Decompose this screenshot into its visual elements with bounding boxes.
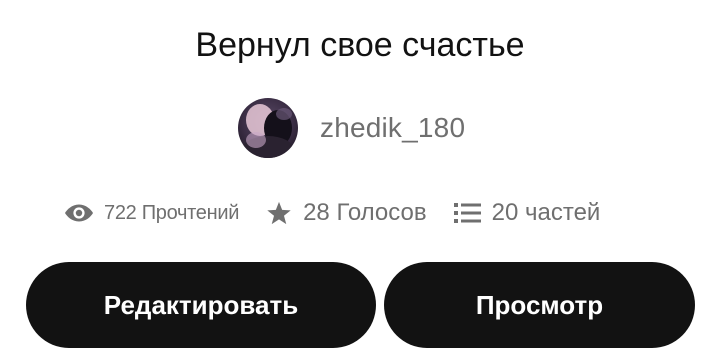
parts-stat[interactable]: 20 частей bbox=[453, 199, 601, 227]
votes-stat: 28 Голосов bbox=[266, 199, 427, 227]
votes-count: 28 Голосов bbox=[303, 199, 427, 226]
reads-stat: 722 Прочтений bbox=[64, 202, 239, 225]
parts-count: 20 частей bbox=[491, 199, 601, 226]
edit-button[interactable]: Редактировать bbox=[26, 262, 376, 348]
author-avatar[interactable] bbox=[238, 98, 298, 158]
author-row[interactable]: zhedik_180 bbox=[238, 97, 465, 159]
eye-icon bbox=[64, 203, 94, 223]
author-username[interactable]: zhedik_180 bbox=[320, 112, 465, 144]
story-title: Вернул свое счастье bbox=[195, 26, 525, 64]
list-icon bbox=[453, 202, 481, 224]
star-icon bbox=[266, 201, 292, 226]
view-button[interactable]: Просмотр bbox=[384, 262, 695, 348]
reads-count: 722 Прочтений bbox=[104, 201, 240, 224]
story-stats: 722 Прочтений 28 Голосов 20 частей bbox=[64, 193, 600, 233]
